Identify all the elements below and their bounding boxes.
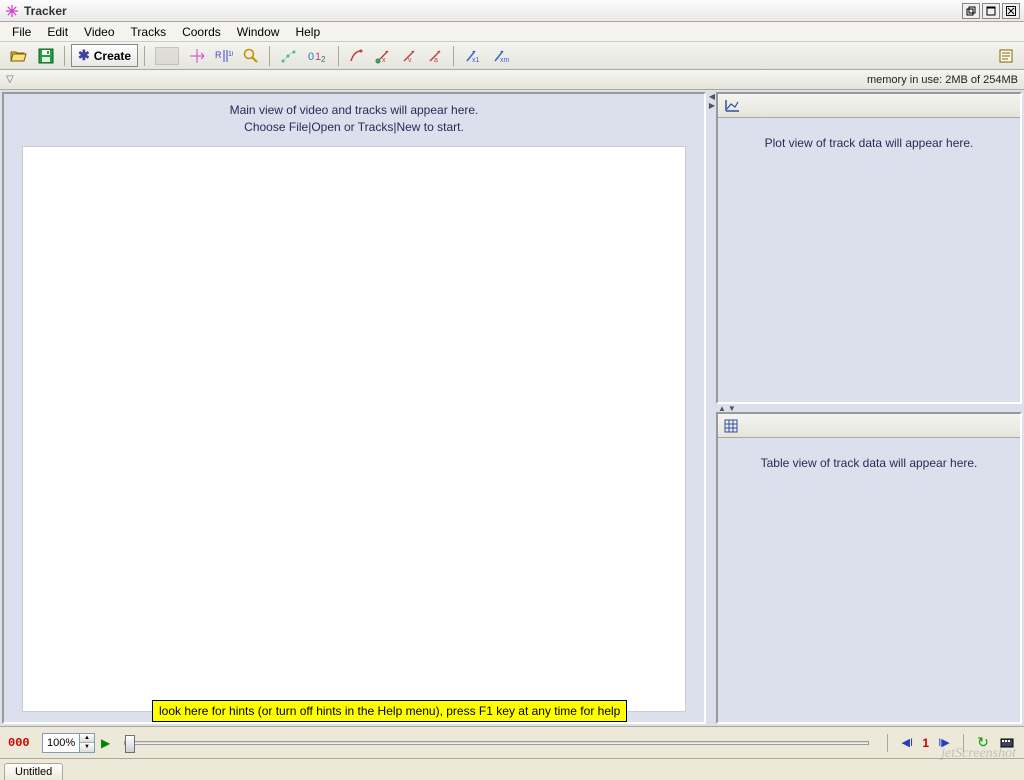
window-title: Tracker (24, 4, 962, 18)
rate-down-button[interactable]: ▼ (80, 743, 94, 752)
splitter-right-icon: ▶ (709, 101, 715, 110)
table-panel-header[interactable] (718, 414, 1020, 438)
main-video-panel: Main view of video and tracks will appea… (2, 92, 706, 724)
slider-thumb[interactable] (125, 735, 135, 753)
stretch-xm-button[interactable]: xm (488, 45, 514, 67)
right-panel-stack: Plot view of track data will appear here… (716, 92, 1022, 724)
labels-button[interactable]: 012 (304, 45, 332, 67)
splitter-left-icon: ◀ (709, 92, 715, 101)
create-label: Create (94, 49, 131, 63)
stretch-x1-button[interactable]: x1 (460, 45, 486, 67)
video-canvas[interactable] (22, 146, 686, 712)
hint-line-1: Main view of video and tracks will appea… (4, 102, 704, 119)
svg-text:v: v (408, 57, 412, 64)
hint-line-2: Choose File|Open or Tracks|New to start. (4, 119, 704, 136)
svg-text:x: x (382, 57, 386, 64)
playback-slider[interactable] (124, 741, 869, 745)
clip-settings-button-2[interactable] (998, 734, 1016, 752)
calibration-button[interactable]: R 10 (211, 45, 237, 67)
save-button[interactable] (34, 45, 58, 67)
main-view-hint: Main view of video and tracks will appea… (4, 94, 704, 140)
svg-text:x1: x1 (472, 57, 480, 64)
step-size: 1 (922, 736, 929, 750)
plot-hint: Plot view of track data will appear here… (726, 136, 1012, 150)
horizontal-splitter[interactable]: ▲ ▼ (716, 404, 1022, 412)
frame-number: 000 (8, 736, 36, 750)
zoom-button[interactable] (239, 45, 263, 67)
content-area: Main view of video and tracks will appea… (0, 90, 1024, 726)
menu-window[interactable]: Window (229, 23, 288, 41)
open-button[interactable] (6, 45, 32, 67)
rate-value: 100% (43, 737, 79, 749)
titlebar: Tracker (0, 0, 1024, 22)
svg-text:10: 10 (228, 51, 233, 58)
velocity-vector-button[interactable]: v (397, 45, 421, 67)
track-control-toggle[interactable]: ▽ (6, 74, 14, 85)
playback-rate-box[interactable]: 100% ▲ ▼ (42, 733, 95, 753)
plot-panel-header[interactable] (718, 94, 1020, 118)
menu-edit[interactable]: Edit (39, 23, 76, 41)
svg-text:xm: xm (500, 57, 510, 64)
table-grid-icon (724, 419, 738, 433)
table-panel: Table view of track data will appear her… (716, 412, 1022, 724)
step-forward-button[interactable]: I▶ (935, 734, 953, 752)
position-vector-button[interactable]: x (371, 45, 395, 67)
step-back-button[interactable]: ◀I (898, 734, 916, 752)
menu-file[interactable]: File (4, 23, 39, 41)
maximize-button[interactable] (982, 3, 1000, 19)
menu-coords[interactable]: Coords (174, 23, 229, 41)
restore-button[interactable] (962, 3, 980, 19)
create-button[interactable]: ✱ Create (71, 44, 138, 67)
tab-untitled[interactable]: Untitled (4, 763, 63, 780)
playback-bar: 000 100% ▲ ▼ ▶ ◀I 1 I▶ ↻ (0, 726, 1024, 758)
notes-button[interactable] (994, 45, 1018, 67)
rate-up-button[interactable]: ▲ (80, 734, 94, 743)
toolbar: ✱ Create R 10 012 x v a x1 xm (0, 42, 1024, 70)
menu-tracks[interactable]: Tracks (123, 23, 175, 41)
axes-button[interactable] (185, 45, 209, 67)
menubar: File Edit Video Tracks Coords Window Hel… (0, 22, 1024, 42)
accel-vector-button[interactable]: a (423, 45, 447, 67)
tabbar: Untitled (0, 758, 1024, 780)
plot-panel: Plot view of track data will appear here… (716, 92, 1022, 404)
memory-status: memory in use: 2MB of 254MB (867, 74, 1018, 86)
loop-button[interactable]: ↻ (974, 734, 992, 752)
path-button[interactable] (345, 45, 369, 67)
svg-text:a: a (434, 57, 438, 64)
hints-bar: look here for hints (or turn off hints i… (152, 700, 627, 722)
svg-text:0: 0 (308, 51, 314, 63)
vertical-splitter[interactable]: ◀ ▶ (708, 90, 716, 726)
close-button[interactable] (1002, 3, 1020, 19)
statusbar: ▽ memory in use: 2MB of 254MB (0, 70, 1024, 90)
svg-text:2: 2 (321, 55, 326, 64)
plot-chart-icon (724, 99, 740, 113)
menu-video[interactable]: Video (76, 23, 122, 41)
app-icon (4, 3, 20, 19)
table-hint: Table view of track data will appear her… (726, 456, 1012, 470)
create-asterisk-icon: ✱ (78, 47, 90, 64)
trails-button[interactable] (276, 45, 302, 67)
svg-text:R: R (215, 50, 222, 60)
clip-settings-button[interactable] (151, 45, 183, 67)
menu-help[interactable]: Help (287, 23, 328, 41)
play-button[interactable]: ▶ (101, 736, 110, 750)
